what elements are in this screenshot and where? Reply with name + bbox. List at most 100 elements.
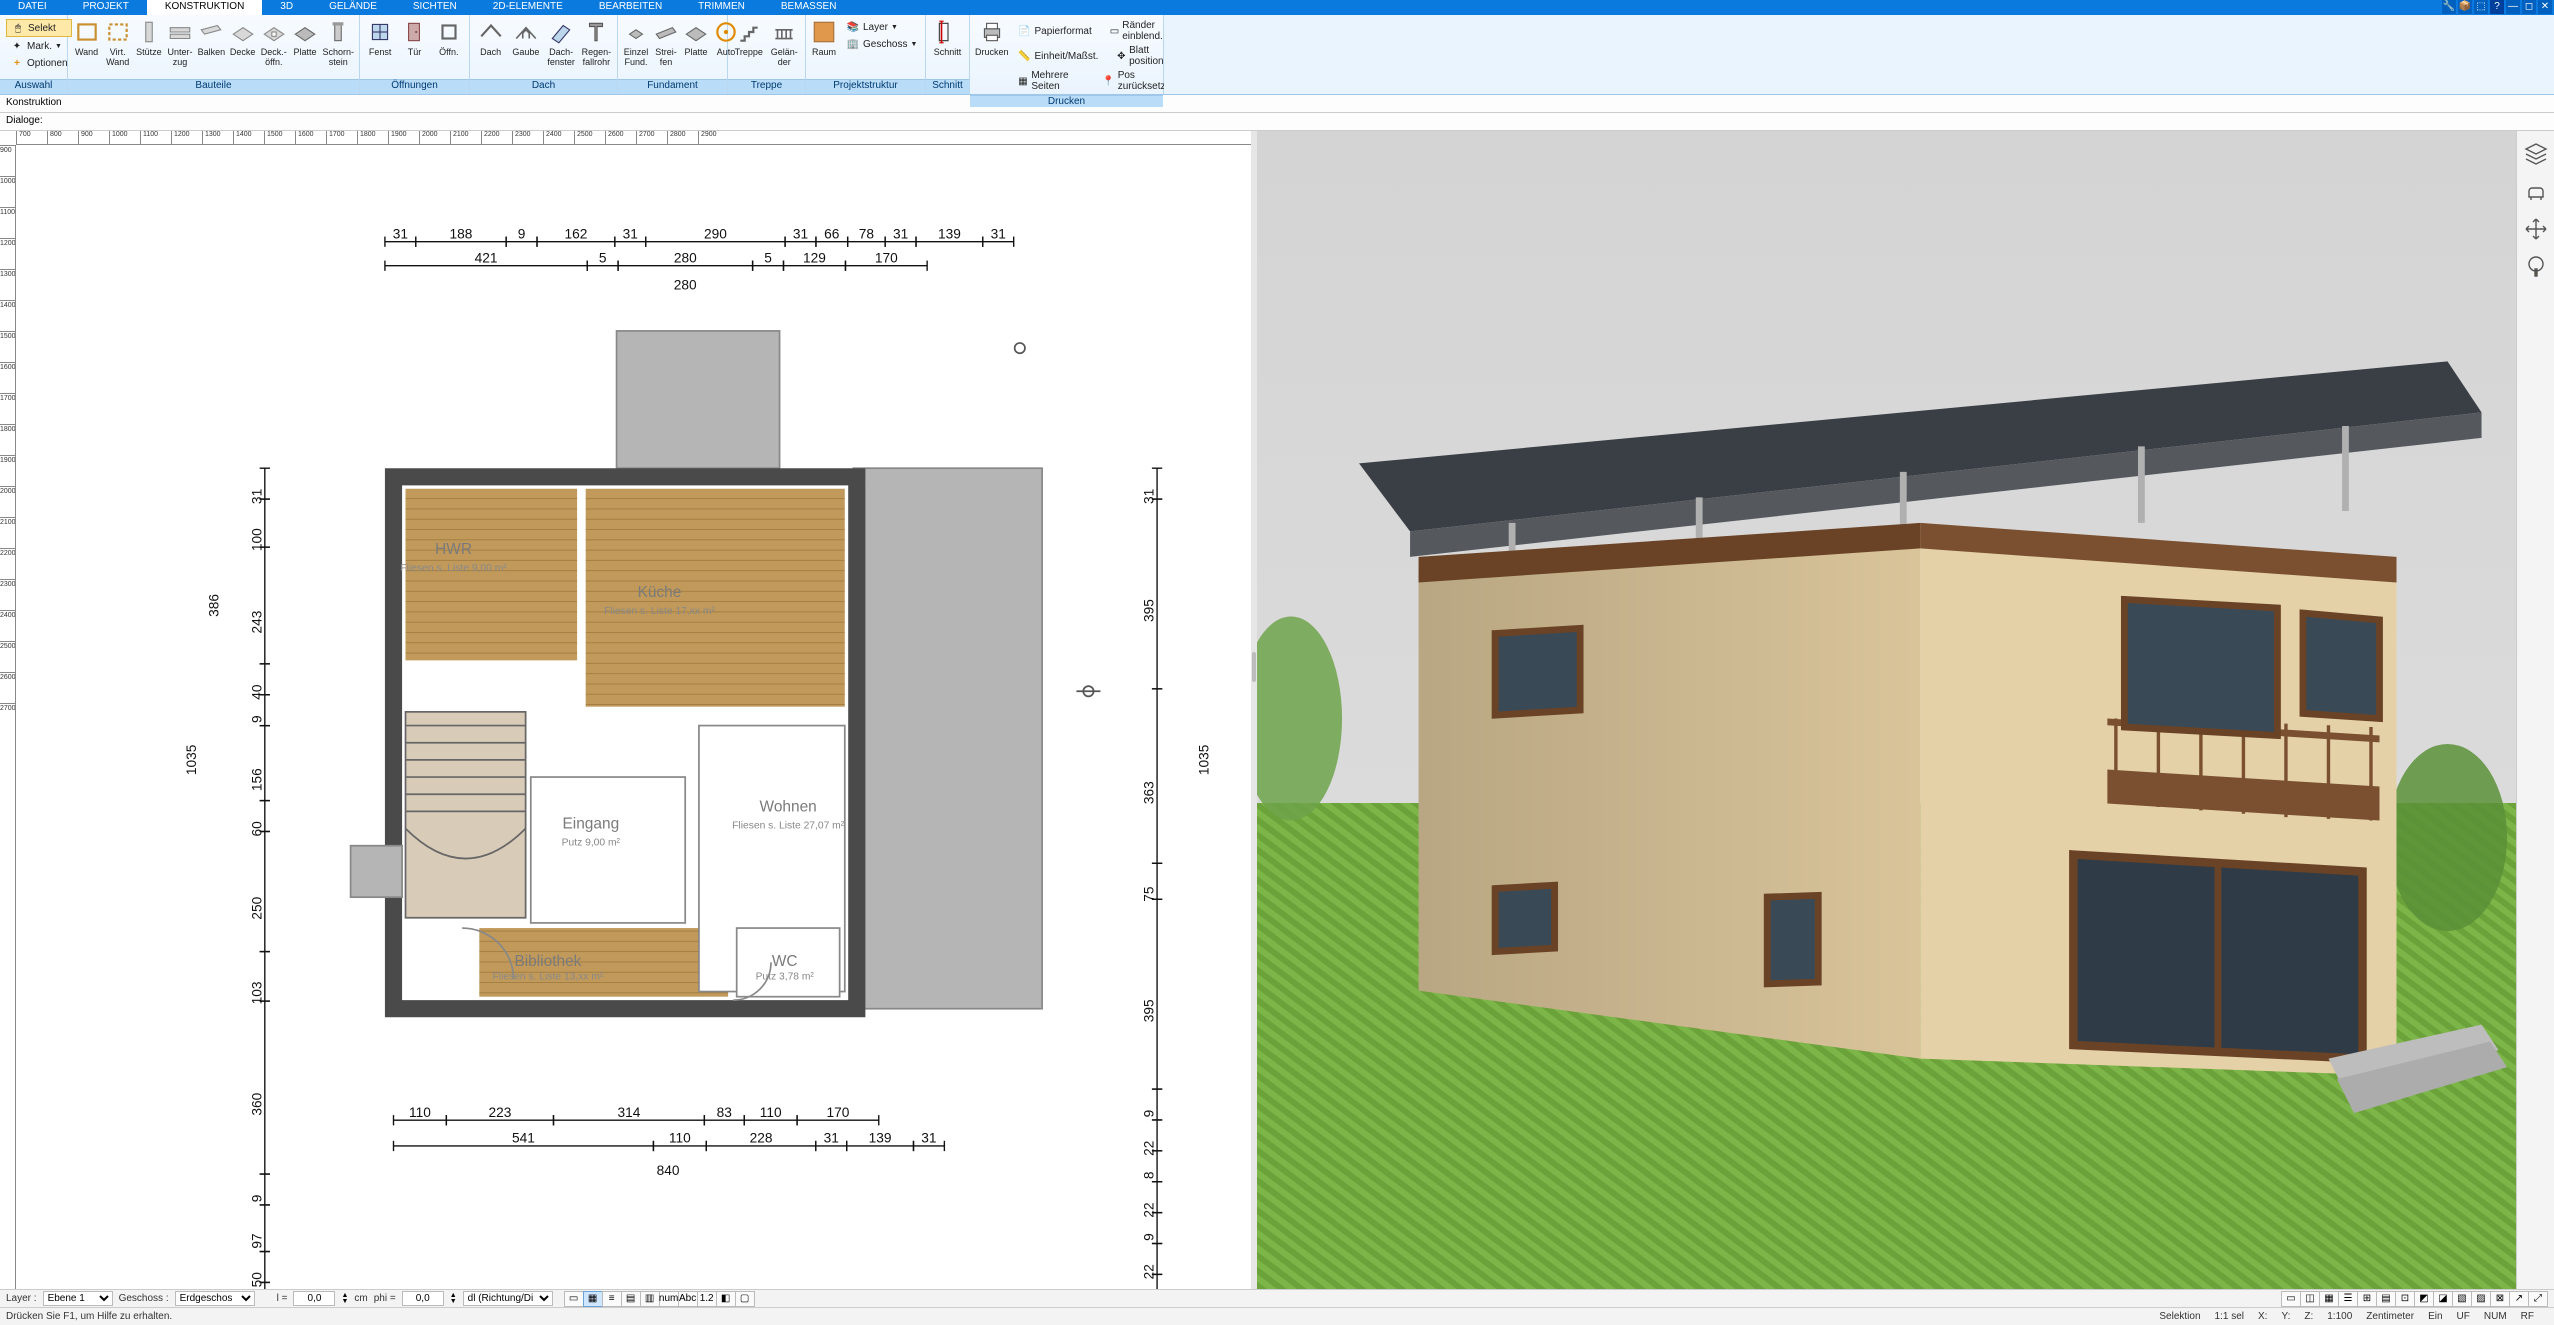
geschoss-select[interactable]: Erdgeschos [175,1291,255,1306]
tab-3d[interactable]: 3D [262,0,311,15]
geschoss-dropdown[interactable]: 🏢Geschoss▼ [842,36,921,52]
platte-button[interactable]: Platte [290,17,319,59]
svg-text:31: 31 [921,1131,936,1146]
svg-text:290: 290 [704,226,727,241]
opt-icon-b5[interactable]: ▤ [2376,1291,2396,1307]
svg-text:Bibliothek: Bibliothek [514,953,581,970]
svg-text:31: 31 [249,489,264,504]
svg-text:31: 31 [893,226,908,241]
opt-icon-b9[interactable]: ▧ [2452,1291,2472,1307]
mehrere-seiten-button[interactable]: ▦Mehrere Seiten [1014,69,1089,93]
opt-icon-a3[interactable]: ▤ [621,1291,641,1307]
opt-icon-a1[interactable]: ▦ [583,1291,603,1307]
wand-button[interactable]: Wand [72,17,101,59]
opt-icon-b0[interactable]: ▭ [2281,1291,2301,1307]
move-icon[interactable] [2524,217,2548,241]
dach-button[interactable]: Dach [474,17,507,59]
opt-icon-a4[interactable]: ▥ [640,1291,660,1307]
winbtn-1[interactable]: 📦 [2458,0,2472,14]
opt-icon-a9[interactable]: ▢ [735,1291,755,1307]
tab-projekt[interactable]: PROJEKT [65,0,147,15]
opt-icon-b4[interactable]: ⊞ [2357,1291,2377,1307]
layer-select[interactable]: Ebene 1 [43,1291,113,1306]
opt-icon-b7[interactable]: ◩ [2414,1291,2434,1307]
furniture-icon[interactable] [2524,179,2548,203]
t-r-button[interactable]: Tür [398,17,430,59]
opt-icon-b2[interactable]: ▦ [2319,1291,2339,1307]
ruler-horizontal: 7008009001000110012001300140015001600170… [16,131,1251,145]
tab-sichten[interactable]: SICHTEN [395,0,475,15]
tab-datei[interactable]: DATEI [0,0,65,15]
winbtn-2[interactable]: ⬚ [2474,0,2488,14]
opt-icon-b3[interactable]: ☰ [2338,1291,2358,1307]
tab-konstruktion[interactable]: KONSTRUKTION [147,0,262,15]
opt-icon-b13[interactable]: ⤢ [2528,1291,2548,1307]
layer-dropdown[interactable]: 📚Layer▼ [842,19,921,35]
svg-text:360: 360 [249,1092,264,1115]
opt-icon-a6[interactable]: Abc [678,1291,698,1307]
winbtn-3[interactable]: ? [2490,0,2504,14]
deck-ffn--button[interactable]: Deck.-öffn. [259,17,288,69]
mark-button[interactable]: ✦Mark.▼ [6,38,72,54]
opt-icon-b6[interactable]: ⊡ [2395,1291,2415,1307]
tab-gelände[interactable]: GELÄNDE [311,0,395,15]
tab-trimmen[interactable]: TRIMMEN [680,0,763,15]
virt-wand-button[interactable]: Virt.Wand [103,17,132,69]
opt-icon-a5[interactable]: num [659,1291,679,1307]
konstruktion-bar: Konstruktion [0,95,2554,113]
platte-button[interactable]: Platte [682,17,710,59]
group-title-oeffnungen: Öffnungen [360,79,469,94]
winbtn-6[interactable]: ✕ [2538,0,2552,14]
svg-text:139: 139 [938,226,961,241]
phi-input[interactable] [402,1291,444,1306]
schnitt-button[interactable]: Schnitt [930,17,965,59]
plan-2d-view[interactable]: 7008009001000110012001300140015001600170… [0,131,1251,1289]
papierformat-button[interactable]: 📄Papierformat [1014,19,1096,43]
svg-text:280: 280 [674,278,697,293]
opt-icon-b10[interactable]: ▨ [2471,1291,2491,1307]
opt-icon-a0[interactable]: ▭ [564,1291,584,1307]
dl-select[interactable]: dl (Richtung/Di [463,1291,553,1306]
einheit-button[interactable]: 📏Einheit/Maßst. [1014,44,1103,68]
opt-icon-b1[interactable]: ◫ [2300,1291,2320,1307]
decke-button[interactable]: Decke [228,17,257,59]
schorn-stein-button[interactable]: Schorn-stein [322,17,356,69]
st-tze-button[interactable]: Stütze [134,17,163,59]
length-input[interactable] [293,1291,335,1306]
dach-fenster-button[interactable]: Dach-fenster [545,17,578,69]
opt-icon-b12[interactable]: ↗ [2509,1291,2529,1307]
-ffn--button[interactable]: Öffn. [433,17,465,59]
optionen-button[interactable]: +Optionen [6,55,72,71]
winbtn-0[interactable]: 🔧 [2442,0,2456,14]
layers-icon[interactable] [2524,141,2548,165]
tab-2d-elemente[interactable]: 2D-ELEMENTE [475,0,581,15]
view-3d[interactable] [1257,131,2516,1289]
winbtn-4[interactable]: — [2506,0,2520,14]
unter-zug-button[interactable]: Unter-zug [165,17,194,69]
tab-bearbeiten[interactable]: BEARBEITEN [581,0,680,15]
einzel-fund--button[interactable]: EinzelFund. [622,17,650,69]
tab-bemassen[interactable]: BEMASSEN [763,0,855,15]
status-bar: Drücken Sie F1, um Hilfe zu erhalten. Se… [0,1307,2554,1325]
group-title-struct: Projektstruktur [806,79,925,94]
drucken-button[interactable]: Drucken [974,17,1010,59]
opt-icon-a7[interactable]: 1.2 [697,1291,717,1307]
selekt-button[interactable]: 🖱Selekt [6,19,72,37]
strei-fen-button[interactable]: Strei-fen [652,17,680,69]
svg-text:395: 395 [1142,999,1157,1022]
raum-button[interactable]: Raum [810,17,838,59]
fenst-button[interactable]: Fenst [364,17,396,59]
treppe-button[interactable]: Treppe [732,17,766,59]
svg-text:31: 31 [793,226,808,241]
gaube-button[interactable]: Gaube [509,17,542,59]
winbtn-5[interactable]: ◻ [2522,0,2536,14]
balken-button[interactable]: Balken [197,17,227,59]
opt-icon-a2[interactable]: ≡ [602,1291,622,1307]
opt-icon-a8[interactable]: ◧ [716,1291,736,1307]
tree-icon[interactable] [2524,255,2548,279]
opt-icon-b8[interactable]: ◪ [2433,1291,2453,1307]
svg-text:188: 188 [450,226,473,241]
regen-fallrohr-button[interactable]: Regen-fallrohr [580,17,613,69]
gel-n-der-button[interactable]: Gelän-der [768,17,802,69]
opt-icon-b11[interactable]: ⊠ [2490,1291,2510,1307]
